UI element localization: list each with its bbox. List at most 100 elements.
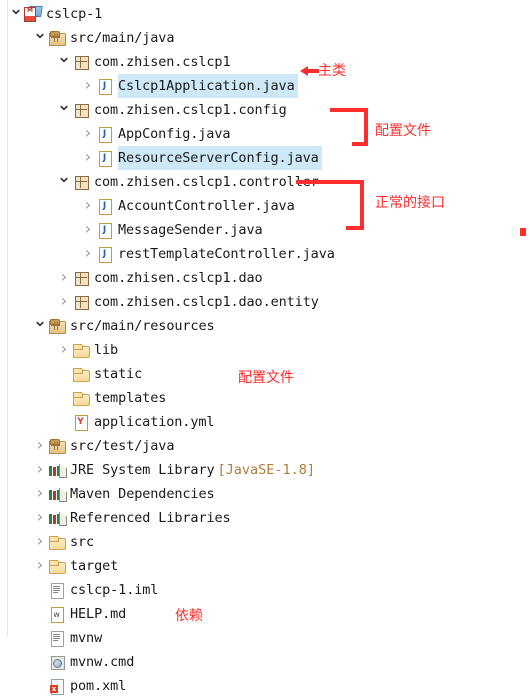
tree-row[interactable]: restTemplateController.java [80,242,338,266]
chevron-right-icon[interactable] [56,290,72,314]
tree-row[interactable]: Cslcp1Application.java [80,74,298,98]
java-file-icon [96,197,114,215]
twisty-placeholder [32,650,48,674]
folder-icon [72,341,90,359]
text-file-icon [48,581,66,599]
tree-row[interactable]: src/main/resources [32,314,218,338]
tree-item-label: src/main/java [70,30,175,46]
chevron-right-icon[interactable] [80,122,96,146]
yaml-file-icon [72,413,90,431]
xml-file-icon [48,677,66,695]
twisty-placeholder [56,410,72,434]
chevron-down-icon[interactable] [56,170,72,194]
text-file-icon [48,629,66,647]
tree-item-label: AppConfig.java [118,126,231,142]
project-explorer-tree[interactable]: cslcp-1 src/main/java com.zhisen.cslcp1 Csl… [0,0,530,695]
annotation-speck [520,228,526,236]
chevron-right-icon[interactable] [80,74,96,98]
tree-row[interactable]: com.zhisen.cslcp1.config [56,98,290,122]
tree-row[interactable]: JRE System Library [JavaSE-1.8] [32,458,315,482]
tree-item-suffix: [JavaSE-1.8] [217,462,316,478]
tree-row[interactable]: src [32,530,97,554]
markdown-file-icon [48,605,66,623]
tree-item-label: Maven Dependencies [70,486,215,502]
tree-row[interactable]: src/test/java [32,434,177,458]
source-folder-icon [48,29,66,47]
chevron-right-icon[interactable] [56,266,72,290]
chevron-right-icon[interactable] [80,218,96,242]
chevron-right-icon[interactable] [32,554,48,578]
tree-row[interactable]: static [56,362,145,386]
package-icon [72,173,90,191]
tree-row[interactable]: MessageSender.java [80,218,266,242]
tree-row[interactable]: cslcp-1 [8,2,105,26]
tree-row[interactable]: lib [56,338,121,362]
tree-item-label: Referenced Libraries [70,510,231,526]
tree-item-label: static [94,366,143,382]
java-file-icon [96,125,114,143]
package-icon [72,101,90,119]
chevron-right-icon[interactable] [80,146,96,170]
library-icon [48,485,66,503]
tree-item-label: src [70,534,95,550]
tree-item-label: HELP.md [70,606,127,622]
tree-row[interactable]: target [32,554,121,578]
chevron-right-icon[interactable] [80,194,96,218]
tree-row[interactable]: mvnw [32,626,105,650]
chevron-down-icon[interactable] [56,50,72,74]
chevron-right-icon[interactable] [32,482,48,506]
chevron-down-icon[interactable] [8,2,24,26]
java-file-icon [96,245,114,263]
java-file-icon [96,221,114,239]
tree-row[interactable]: com.zhisen.cslcp1.dao.entity [56,290,322,314]
config-files-bracket [330,108,370,146]
chevron-right-icon[interactable] [32,506,48,530]
tree-row[interactable]: AppConfig.java [80,122,233,146]
package-icon [72,293,90,311]
chevron-down-icon[interactable] [56,98,72,122]
tree-row[interactable]: Maven Dependencies [32,482,218,506]
tree-row[interactable]: com.zhisen.cslcp1.controller [56,170,322,194]
cmd-file-icon [48,653,66,671]
tree-item-label: target [70,558,119,574]
package-icon [72,53,90,71]
tree-item-label: templates [94,390,167,406]
chevron-right-icon[interactable] [32,458,48,482]
tree-item-label: mvnw.cmd [70,654,135,670]
tree-item-label: pom.xml [70,678,127,694]
tree-item-label: com.zhisen.cslcp1.config [94,102,287,118]
tree-row[interactable]: application.yml [56,410,217,434]
yml-config-annotation: 配置文件 [238,370,294,386]
tree-row[interactable]: com.zhisen.cslcp1.dao [56,266,266,290]
tree-row[interactable]: src/main/java [32,26,177,50]
tree-item-label: src/test/java [70,438,175,454]
source-folder-icon [48,317,66,335]
folder-icon [48,557,66,575]
chevron-down-icon[interactable] [32,26,48,50]
tree-row[interactable]: AccountController.java [80,194,298,218]
twisty-placeholder [56,386,72,410]
tree-item-label: application.yml [94,414,215,430]
chevron-right-icon[interactable] [80,242,96,266]
tree-item-label: ResourceServerConfig.java [118,146,322,170]
chevron-right-icon[interactable] [56,338,72,362]
tree-item-label: AccountController.java [118,198,295,214]
normal-api-bracket [296,180,368,230]
chevron-right-icon[interactable] [32,434,48,458]
twisty-placeholder [32,674,48,698]
tree-row[interactable]: HELP.md [32,602,129,626]
chevron-right-icon[interactable] [32,530,48,554]
tree-row[interactable]: Referenced Libraries [32,506,234,530]
tree-row[interactable]: ResourceServerConfig.java [80,146,322,170]
tree-row[interactable]: com.zhisen.cslcp1 [56,50,233,74]
project-icon [24,5,42,23]
panel-edge-divider [7,0,8,636]
tree-row[interactable]: cslcp-1.iml [32,578,161,602]
tree-item-label: MessageSender.java [118,222,263,238]
source-folder-icon [48,437,66,455]
tree-row[interactable]: templates [56,386,169,410]
chevron-down-icon[interactable] [32,314,48,338]
tree-row[interactable]: mvnw.cmd [32,650,137,674]
tree-row[interactable]: pom.xml [32,674,129,698]
dependency-annotation: 依赖 [175,608,203,624]
